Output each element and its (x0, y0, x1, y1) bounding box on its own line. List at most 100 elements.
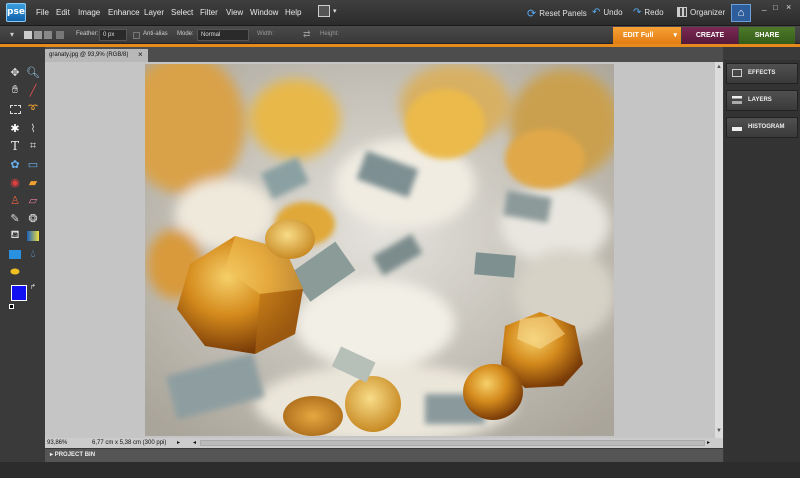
tab-edit-full[interactable]: EDIT Full ▾ (613, 27, 681, 45)
effects-label: EFFECTS (748, 70, 776, 76)
document-image[interactable] (145, 64, 614, 436)
brush-tool[interactable]: ✎ (7, 210, 23, 226)
effects-icon (732, 69, 742, 77)
redo-label: Redo (644, 8, 664, 17)
bottom-panel (0, 462, 800, 478)
home-icon: ⌂ (737, 7, 745, 19)
smart-brush-tool[interactable]: ❂ (25, 210, 41, 226)
garnet-crystals-photo (145, 64, 614, 436)
menu-window[interactable]: Window (250, 8, 278, 17)
menu-image[interactable]: Image (78, 8, 100, 17)
document-info: 6,77 cm x 5,38 cm (300 ppi) (92, 440, 167, 446)
project-bin-header[interactable]: ▸ PROJECT BIN (45, 449, 723, 462)
marquee-icon (9, 104, 21, 114)
document-tab-bar: granaty.jpg @ 93,9% (RGB/8) × (45, 47, 723, 62)
subtract-selection-icon[interactable] (44, 31, 52, 39)
chevron-down-icon: ▾ (333, 8, 337, 15)
histogram-label: HISTOGRAM (748, 124, 785, 130)
quick-selection-tool[interactable]: ⌇ (25, 120, 41, 136)
gradient-icon (27, 231, 39, 241)
height-label: Height: (320, 31, 340, 37)
lasso-tool[interactable]: ➰︎ (25, 101, 41, 117)
eyedropper-tool[interactable]: ╱ (25, 82, 41, 98)
hscroll-left-arrow[interactable]: ◂ (193, 438, 196, 448)
document-tab[interactable]: granaty.jpg @ 93,9% (RGB/8) × (45, 49, 148, 62)
shape-icon (9, 249, 21, 259)
foreground-color-swatch[interactable] (11, 285, 27, 301)
sponge-tool[interactable]: ⬬ (7, 264, 23, 280)
hscroll-right-arrow[interactable]: ▸ (707, 438, 710, 448)
menu-help[interactable]: Help (285, 8, 301, 17)
home-button[interactable]: ⌂ (731, 4, 751, 22)
close-window-button[interactable]: × (786, 2, 791, 12)
menu-layer[interactable]: Layer (144, 8, 164, 17)
undo-icon: ↶ (592, 7, 601, 18)
histogram-panel-button[interactable]: HISTOGRAM (726, 117, 798, 138)
mode-select[interactable]: Normal (197, 29, 249, 41)
reset-panels-button[interactable]: ⟳ Reset Panels (527, 7, 587, 20)
redo-button[interactable]: ↷ Redo (633, 7, 664, 18)
arrange-button[interactable]: ▾ (318, 5, 337, 17)
type-tool[interactable]: T (7, 138, 23, 154)
add-selection-icon[interactable] (34, 31, 42, 39)
new-selection-icon[interactable] (24, 31, 32, 39)
undo-label: Undo (603, 8, 623, 17)
organizer-button[interactable]: Organizer (677, 7, 725, 17)
hand-tool[interactable]: ✋︎ (7, 82, 23, 98)
status-bar: 93,86% 6,77 cm x 5,38 cm (300 ppi) ▸ ◂ ▸ (45, 438, 723, 448)
clone-stamp-tool[interactable]: ♙ (7, 192, 23, 208)
intersect-selection-icon[interactable] (56, 31, 64, 39)
minimize-button[interactable]: _ (762, 2, 766, 11)
feather-input[interactable]: 0 px (99, 29, 127, 41)
feather-label: Feather: (76, 31, 99, 37)
width-label: Width: (257, 31, 275, 37)
effects-panel-button[interactable]: EFFECTS (726, 63, 798, 84)
default-colors-icon[interactable] (9, 304, 14, 309)
panel-bin: EFFECTS LAYERS HISTOGRAM (724, 60, 800, 462)
close-document-button[interactable]: × (138, 49, 143, 61)
menu-bar: pse File Edit Image Enhance Layer Select… (0, 0, 800, 26)
swap-icon[interactable]: ⇄ (303, 29, 311, 40)
scroll-down-arrow[interactable]: ▼ (716, 428, 722, 434)
shape-tool[interactable] (7, 246, 23, 262)
crop-tool[interactable]: ⌗ (25, 138, 41, 154)
red-eye-tool[interactable]: ◉ (7, 174, 23, 190)
tab-edit-label: EDIT Full (623, 32, 654, 39)
cookie-cutter-tool[interactable]: ✿ (7, 156, 23, 172)
layers-panel-button[interactable]: LAYERS (726, 90, 798, 111)
tab-create[interactable]: CREATE (682, 27, 738, 45)
scroll-up-arrow[interactable]: ▲ (716, 64, 722, 70)
spot-healing-tool[interactable]: ▰ (25, 174, 41, 190)
document-tab-title: granaty.jpg @ 93,9% (RGB/8) (49, 52, 129, 58)
undo-button[interactable]: ↶ Undo (592, 7, 623, 18)
marquee-tool[interactable] (7, 101, 23, 117)
blur-tool[interactable]: 💧︎ (25, 246, 41, 262)
paint-bucket-tool[interactable]: ⛾ (7, 228, 23, 244)
move-tool[interactable]: ✥ (7, 64, 23, 80)
horizontal-scrollbar[interactable] (200, 440, 705, 446)
tab-share[interactable]: SHARE (739, 27, 795, 45)
gradient-tool[interactable] (25, 228, 41, 244)
menu-view[interactable]: View (226, 8, 243, 17)
zoom-tool[interactable]: 🔍︎ (25, 64, 41, 80)
mode-label: Mode: (177, 31, 194, 37)
status-info-arrow[interactable]: ▸ (177, 438, 180, 448)
menu-file[interactable]: File (36, 8, 49, 17)
menu-enhance[interactable]: Enhance (108, 8, 140, 17)
organizer-icon (677, 7, 687, 17)
layers-icon (732, 96, 742, 104)
maximize-button[interactable]: □ (773, 3, 778, 12)
menu-filter[interactable]: Filter (200, 8, 218, 17)
menu-edit[interactable]: Edit (56, 8, 70, 17)
layers-label: LAYERS (748, 97, 772, 103)
eraser-tool[interactable]: ▱ (25, 192, 41, 208)
tool-preset-icon[interactable]: ▾ (10, 30, 14, 39)
chevron-down-icon: ▾ (673, 32, 677, 39)
swap-colors-icon[interactable]: ↱ (30, 283, 36, 291)
straighten-tool[interactable]: ▭ (25, 156, 41, 172)
antialias-checkbox[interactable] (133, 32, 140, 39)
menu-select[interactable]: Select (171, 8, 193, 17)
zoom-level[interactable]: 93,86% (47, 438, 67, 448)
magic-wand-tool[interactable]: ✱ (7, 120, 23, 136)
vertical-scrollbar[interactable]: ▲ ▼ (715, 62, 723, 438)
